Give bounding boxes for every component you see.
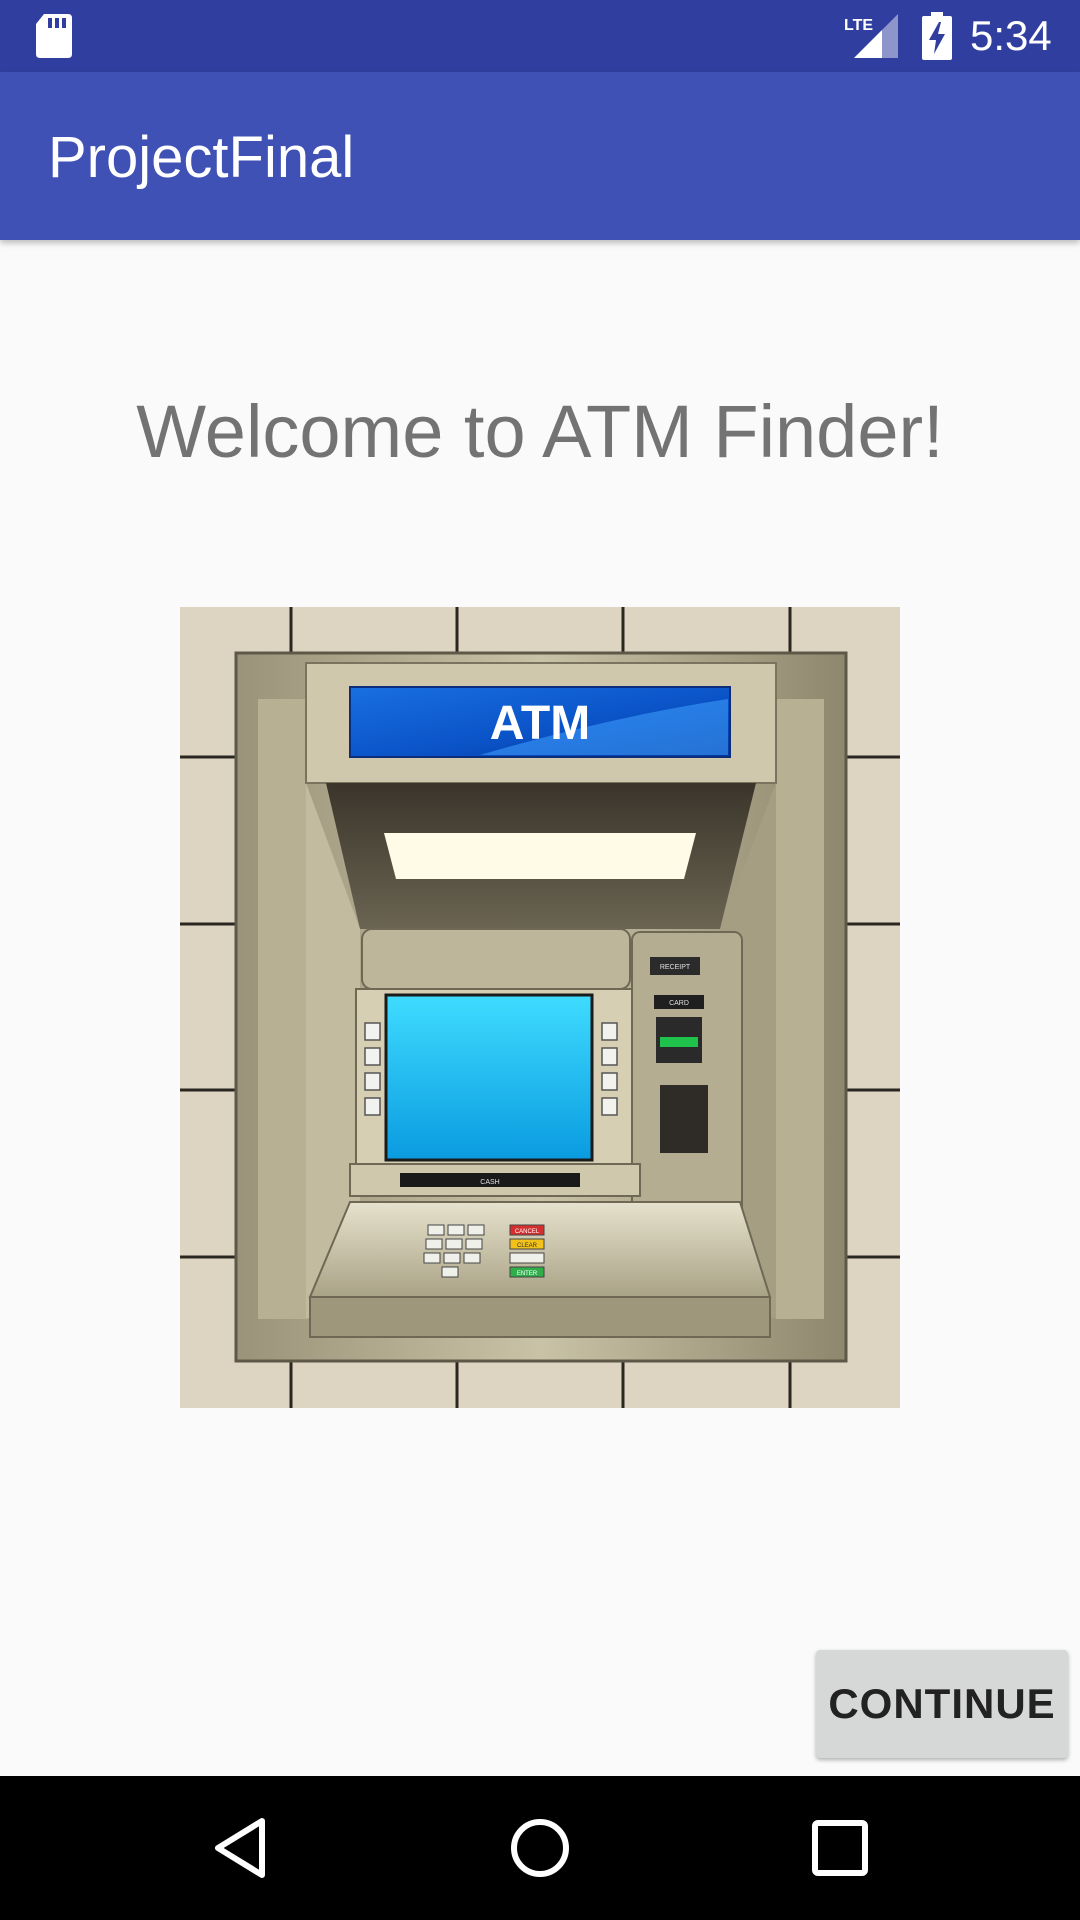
network-type-label: LTE xyxy=(844,17,873,34)
battery-charging-icon xyxy=(922,12,952,60)
atm-machine-image: ATM RECEIPT CARD CASH CANCEL CLEAR ENTER xyxy=(180,607,900,1408)
signal-icon: LTE xyxy=(844,14,898,58)
home-icon[interactable] xyxy=(505,1813,575,1883)
sd-card-icon xyxy=(36,14,72,58)
recents-icon[interactable] xyxy=(805,1813,875,1883)
cash-slot-label: CASH xyxy=(480,1179,499,1186)
cancel-key-label: CANCEL xyxy=(515,1229,540,1235)
status-bar: LTE 5:34 xyxy=(0,0,1080,72)
atm-sign-label: ATM xyxy=(490,697,590,750)
continue-button[interactable]: CONTINUE xyxy=(816,1650,1068,1758)
receipt-slot-label: RECEIPT xyxy=(660,964,691,971)
app-bar: ProjectFinal xyxy=(0,72,1080,240)
status-time: 5:34 xyxy=(970,12,1052,59)
back-icon[interactable] xyxy=(206,1813,276,1883)
app-title: ProjectFinal xyxy=(48,125,355,190)
navigation-bar xyxy=(0,1776,1080,1920)
card-slot-label: CARD xyxy=(669,1000,689,1007)
welcome-heading: Welcome to ATM Finder! xyxy=(136,390,944,473)
enter-key-label: ENTER xyxy=(517,1271,538,1277)
clear-key-label: CLEAR xyxy=(517,1243,538,1249)
